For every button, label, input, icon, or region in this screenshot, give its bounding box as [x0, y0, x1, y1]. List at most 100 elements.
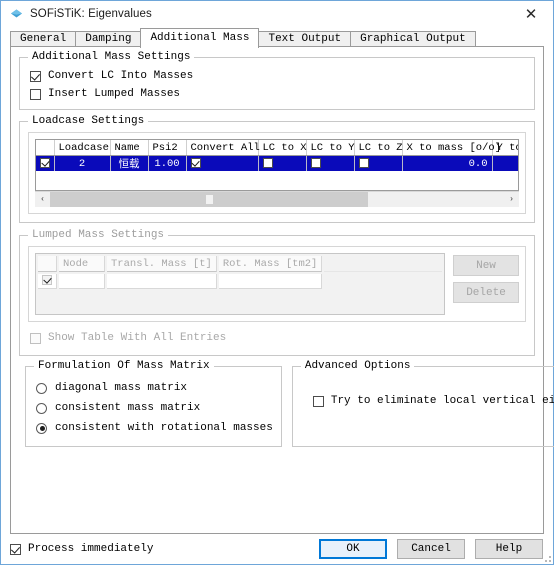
group-advanced-options: Advanced Options Try to eliminate local … — [291, 360, 554, 447]
cell-lc-to-x[interactable] — [258, 155, 307, 171]
close-icon[interactable]: ✕ — [509, 1, 553, 27]
col-header-name[interactable]: Name — [110, 140, 149, 156]
checkbox-convert-lc-into-masses[interactable]: Convert LC Into Masses — [30, 67, 526, 85]
radio-icon-consistent[interactable] — [36, 402, 47, 414]
col-header-loadcase[interactable]: Loadcase — [54, 140, 111, 156]
group-formulation-of-mass-matrix: Formulation Of Mass Matrix diagonal mass… — [25, 360, 282, 447]
cell-convert-all[interactable] — [186, 155, 259, 171]
checkbox-label-process-immediately: Process immediately — [28, 543, 154, 555]
checkbox-show-table-all-entries[interactable]: Show Table With All Entries — [30, 329, 526, 347]
col-header-select[interactable] — [36, 140, 55, 156]
checkbox-icon-process-immediately[interactable] — [10, 543, 21, 555]
lumped-table-empty-row — [38, 291, 442, 314]
radio-icon-diagonal[interactable] — [36, 382, 47, 394]
cancel-button[interactable]: Cancel — [397, 539, 465, 559]
scrollbar-track[interactable] — [50, 192, 504, 207]
loadcase-grid[interactable]: Loadcase Name Psi2 Convert All LC to X L… — [35, 139, 519, 191]
bottom-option-columns: Formulation Of Mass Matrix diagonal mass… — [19, 360, 554, 447]
lumped-mass-table-container: Node Transl. Mass [t] Rot. Mass [tm2] Ne… — [28, 246, 526, 322]
tab-strip: General Damping Additional Mass Text Out… — [1, 27, 553, 48]
radio-icon-consistent-rotational[interactable] — [36, 422, 47, 434]
loadcase-table: Loadcase Name Psi2 Convert All LC to X L… — [36, 140, 518, 190]
group-title-lumped-mass-settings: Lumped Mass Settings — [28, 229, 169, 241]
loadcase-table-header-row: Loadcase Name Psi2 Convert All LC to X L… — [36, 140, 518, 156]
title-bar: SOFiSTiK: Eigenvalues ✕ — [1, 1, 553, 27]
scrollbar-thumb-grip — [205, 195, 213, 204]
lumped-table-header-row: Node Transl. Mass [t] Rot. Mass [tm2] — [38, 256, 442, 272]
lumped-row-select-cell — [38, 274, 57, 289]
checkbox-insert-lumped-masses[interactable]: Insert Lumped Masses — [30, 85, 526, 103]
checkbox-icon-convert-lc[interactable] — [30, 70, 41, 82]
scrollbar-thumb[interactable] — [50, 192, 368, 207]
group-loadcase-settings: Loadcase Settings Loadcase Name Psi2 Con… — [19, 115, 535, 223]
row-select-checkbox-icon[interactable] — [40, 157, 50, 168]
col-header-psi2[interactable]: Psi2 — [148, 140, 187, 156]
cell-psi2[interactable]: 1.00 — [148, 155, 187, 171]
group-title-loadcase-settings: Loadcase Settings — [28, 115, 149, 127]
cell-lc-to-y[interactable] — [306, 155, 355, 171]
checkbox-label-convert-lc: Convert LC Into Masses — [48, 70, 194, 82]
radio-consistent-mass-matrix[interactable]: consistent mass matrix — [36, 398, 273, 418]
help-button[interactable]: Help — [475, 539, 543, 559]
dialog-window: SOFiSTiK: Eigenvalues ✕ General Damping … — [0, 0, 554, 565]
radio-diagonal-mass-matrix[interactable]: diagonal mass matrix — [36, 378, 273, 398]
col-header-lumped-select — [38, 256, 57, 272]
checkbox-icon-insert-lumped[interactable] — [30, 88, 41, 100]
scroll-left-icon[interactable]: ‹ — [35, 192, 50, 207]
lumped-mass-grid: Node Transl. Mass [t] Rot. Mass [tm2] — [35, 253, 445, 315]
checkbox-label-insert-lumped: Insert Lumped Masses — [48, 88, 181, 100]
col-header-lc-to-z[interactable]: LC to Z — [354, 140, 403, 156]
col-header-x-to-mass[interactable]: X to mass [o/o] — [402, 140, 501, 156]
checkbox-process-immediately[interactable]: Process immediately — [10, 540, 153, 558]
tab-page-additional-mass: Additional Mass Settings Convert LC Into… — [10, 46, 554, 534]
checkbox-icon-eliminate-eigenforms[interactable] — [312, 395, 324, 407]
dialog-footer: Process immediately OK Cancel Help — [1, 534, 553, 564]
col-header-y-to-mass[interactable]: Y to m — [492, 140, 518, 156]
loadcase-table-container: Loadcase Name Psi2 Convert All LC to X L… — [28, 132, 526, 214]
cell-x-to-mass[interactable]: 0.0 — [402, 155, 493, 171]
checkbox-icon-show-all-entries[interactable] — [30, 332, 41, 344]
lumped-cell-rot-mass — [218, 274, 323, 289]
resize-grip[interactable] — [541, 552, 551, 562]
col-header-lc-to-y[interactable]: LC to Y — [306, 140, 355, 156]
radio-label-consistent-rotational: consistent with rotational masses — [55, 422, 273, 434]
tab-additional-mass[interactable]: Additional Mass — [140, 28, 260, 48]
convert-all-checkbox-icon[interactable] — [190, 157, 201, 168]
radio-label-diagonal: diagonal mass matrix — [55, 382, 188, 394]
checkbox-label-show-all-entries: Show Table With All Entries — [48, 332, 227, 344]
lumped-cell-transl-mass — [107, 274, 217, 289]
radio-consistent-rotational-masses[interactable]: consistent with rotational masses — [36, 418, 273, 438]
scroll-right-icon[interactable]: › — [504, 192, 519, 207]
loadcase-horizontal-scrollbar[interactable]: ‹ › — [35, 191, 519, 207]
lumped-mass-table: Node Transl. Mass [t] Rot. Mass [tm2] — [36, 254, 444, 314]
cell-loadcase[interactable]: 2 — [54, 155, 111, 171]
col-header-lc-to-x[interactable]: LC to X — [258, 140, 307, 156]
col-header-rot-mass: Rot. Mass [tm2] — [218, 256, 323, 272]
lc-to-z-checkbox-icon[interactable] — [358, 157, 369, 168]
cell-name[interactable]: 恒载 — [110, 155, 149, 171]
table-row[interactable]: 2 恒载 1.00 0.0 — [36, 155, 518, 171]
col-header-lumped-filler — [324, 256, 442, 272]
delete-button[interactable]: Delete — [453, 282, 519, 303]
lumped-table-row — [38, 274, 442, 289]
lc-to-y-checkbox-icon[interactable] — [310, 157, 321, 168]
cell-y-to-mass[interactable] — [492, 155, 518, 171]
group-additional-mass-settings: Additional Mass Settings Convert LC Into… — [19, 51, 535, 110]
lumped-cell-node — [59, 274, 105, 289]
lc-to-x-checkbox-icon[interactable] — [262, 157, 273, 168]
group-title-additional-mass-settings: Additional Mass Settings — [28, 51, 195, 63]
group-lumped-mass-settings: Lumped Mass Settings Node Transl. Mass [… — [19, 229, 535, 356]
group-title-formulation: Formulation Of Mass Matrix — [34, 360, 214, 372]
sofistik-diamond-icon — [10, 8, 23, 21]
group-title-advanced-options: Advanced Options — [300, 360, 415, 372]
ok-button[interactable]: OK — [319, 539, 387, 559]
col-header-transl-mass: Transl. Mass [t] — [107, 256, 217, 272]
cell-lc-to-z[interactable] — [354, 155, 403, 171]
row-select-checkbox-cell[interactable] — [36, 155, 55, 171]
checkbox-eliminate-local-vertical-eigenforms[interactable]: Try to eliminate local vertical eigenfor… — [312, 392, 554, 410]
table-empty-row — [36, 171, 518, 190]
checkbox-label-eliminate-eigenforms: Try to eliminate local vertical eigenfor… — [330, 395, 554, 407]
lumped-cell-filler — [324, 274, 442, 289]
col-header-convert-all[interactable]: Convert All — [186, 140, 260, 156]
new-button[interactable]: New — [453, 255, 519, 276]
